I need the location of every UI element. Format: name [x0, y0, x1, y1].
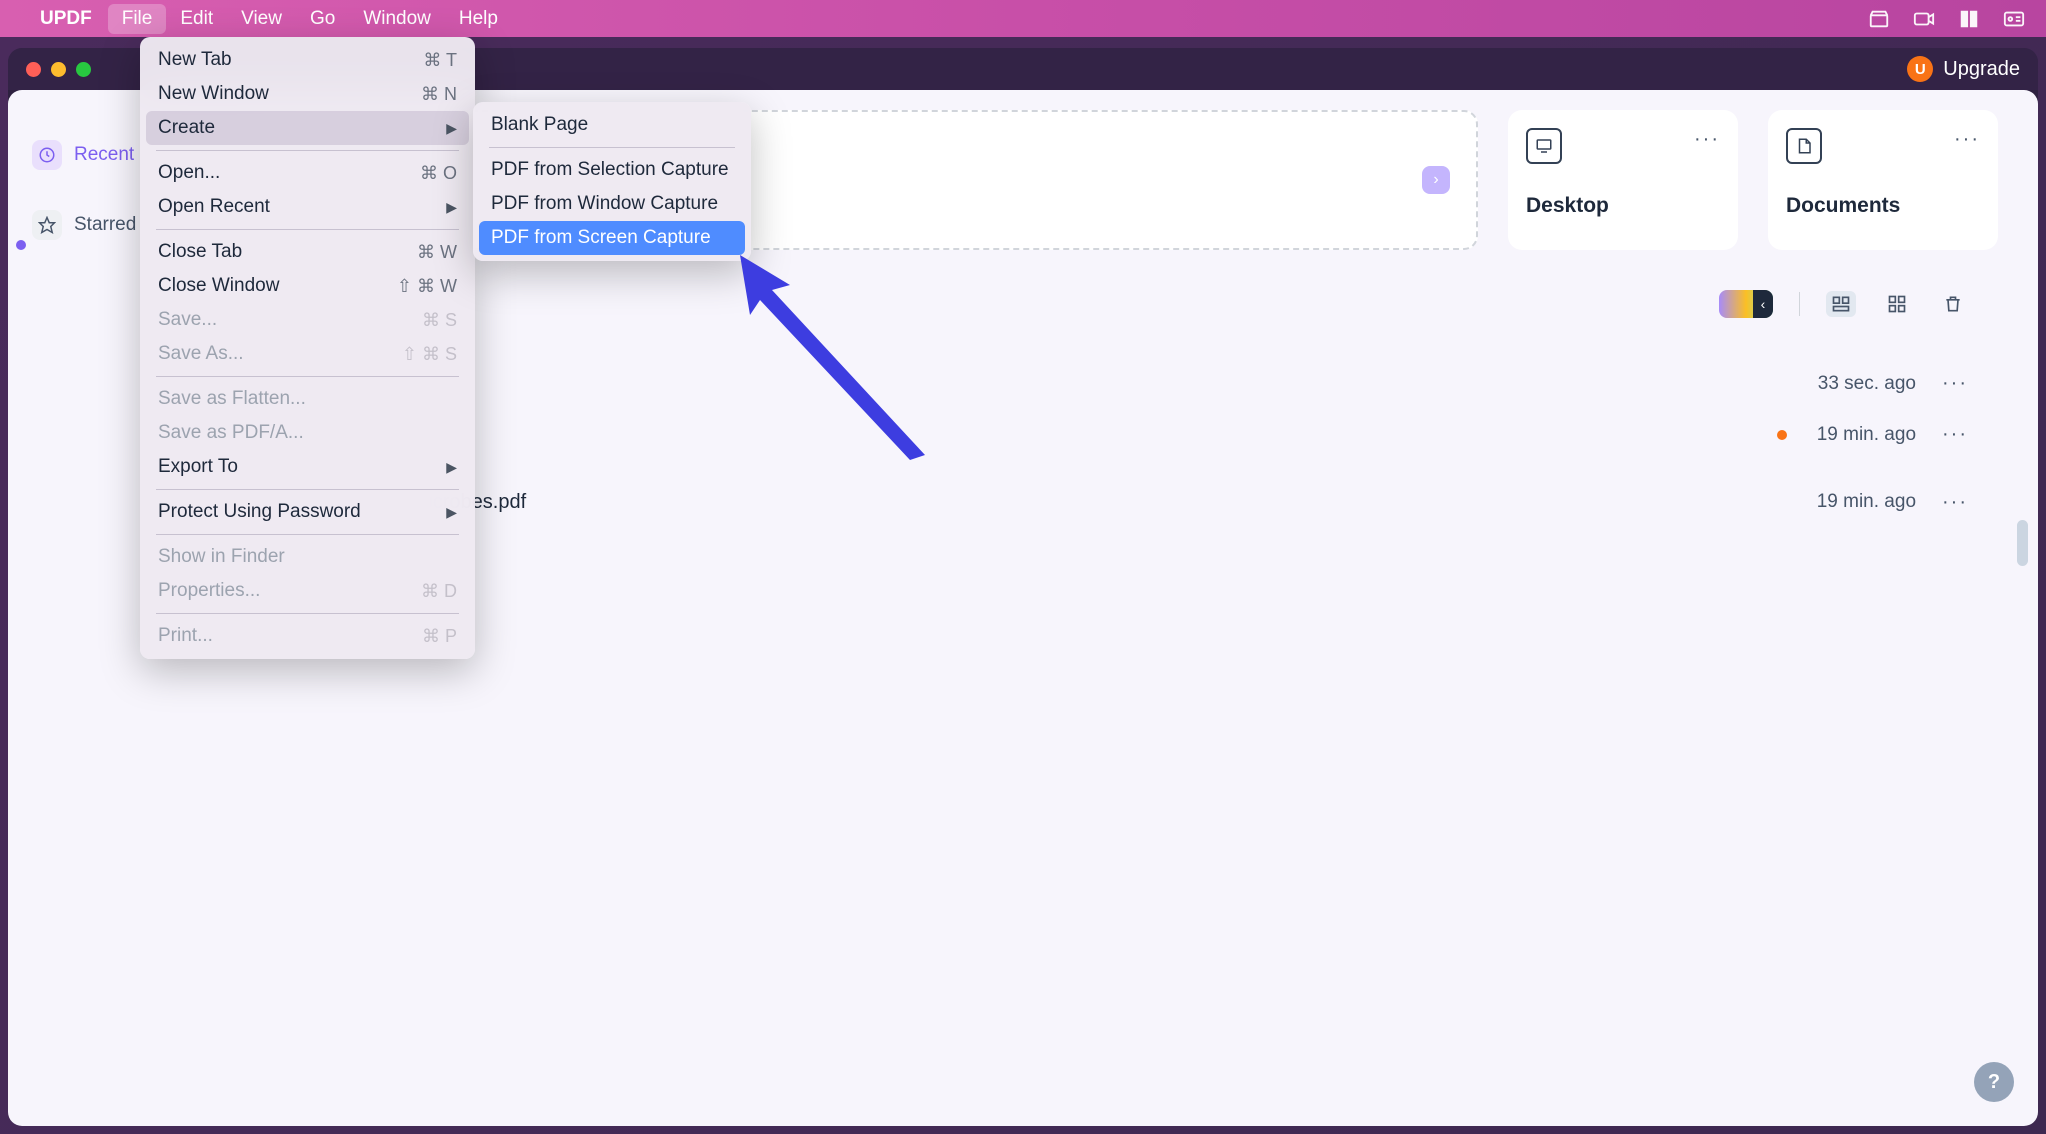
- upgrade-label: Upgrade: [1943, 58, 2020, 81]
- file-name: .pdf: [258, 423, 1751, 446]
- sidebar-active-indicator: [16, 240, 26, 250]
- grid-view-button[interactable]: [1882, 291, 1912, 317]
- folder-label: Desktop: [1526, 194, 1720, 218]
- file-more-icon[interactable]: ···: [1942, 491, 1968, 514]
- menubar-window[interactable]: Window: [349, 4, 445, 34]
- file-row[interactable]: World of Microbes.pdf 19 min. ago ···: [258, 460, 1998, 544]
- submenu-item-pdf-from-selection-capture[interactable]: PDF from Selection Capture: [479, 153, 745, 187]
- file-more-icon[interactable]: ···: [1942, 423, 1968, 446]
- menubar-edit[interactable]: Edit: [166, 4, 227, 34]
- menu-item-new-window[interactable]: New Window⌘ N: [146, 77, 469, 111]
- folder-card-documents[interactable]: ··· Documents: [1768, 110, 1998, 250]
- submenu-item-pdf-from-screen-capture[interactable]: PDF from Screen Capture: [479, 221, 745, 255]
- traffic-lights: [26, 62, 91, 77]
- upgrade-button[interactable]: U Upgrade: [1907, 56, 2020, 82]
- file-name: World of Microbes.pdf: [332, 491, 1791, 514]
- macos-menubar: UPDF File Edit View Go Window Help: [0, 0, 2046, 37]
- file-row[interactable]: .pdf 19 min. ago ···: [258, 409, 1998, 460]
- help-button[interactable]: ?: [1974, 1062, 2014, 1102]
- menubar-help[interactable]: Help: [445, 4, 512, 34]
- submenu-item-blank-page[interactable]: Blank Page: [479, 108, 745, 142]
- menu-item-export-to[interactable]: Export To▶: [146, 450, 469, 484]
- menu-item-save-as-: Save As...⇧ ⌘ S: [146, 337, 469, 371]
- menubar-file[interactable]: File: [108, 4, 167, 34]
- menu-item-save-as-flatten-: Save as Flatten...: [146, 382, 469, 416]
- file-time: 19 min. ago: [1817, 424, 1916, 446]
- file-more-icon[interactable]: ···: [1942, 372, 1968, 395]
- folder-card-desktop[interactable]: ··· Desktop: [1508, 110, 1738, 250]
- close-window-button[interactable]: [26, 62, 41, 77]
- menu-item-print-: Print...⌘ P: [146, 619, 469, 653]
- minimize-window-button[interactable]: [51, 62, 66, 77]
- menu-item-save-: Save...⌘ S: [146, 303, 469, 337]
- menubar-status-icons: [1868, 8, 2026, 30]
- card-more-icon[interactable]: ···: [1954, 128, 1980, 151]
- scrollbar-thumb[interactable]: [2017, 520, 2028, 566]
- store-icon[interactable]: [1868, 8, 1890, 30]
- delete-button[interactable]: [1938, 291, 1968, 317]
- menu-item-close-tab[interactable]: Close Tab⌘ W: [146, 235, 469, 269]
- menu-item-create[interactable]: Create▶: [146, 111, 469, 145]
- file-menu-dropdown: New Tab⌘ TNew Window⌘ NCreate▶ Open...⌘ O…: [140, 37, 475, 659]
- menu-item-save-as-pdf-a-: Save as PDF/A...: [146, 416, 469, 450]
- menu-item-show-in-finder: Show in Finder: [146, 540, 469, 574]
- file-time: 33 sec. ago: [1818, 373, 1916, 395]
- sidebar-item-label: Recent: [74, 144, 134, 166]
- menu-item-close-window[interactable]: Close Window⇧ ⌘ W: [146, 269, 469, 303]
- card-more-icon[interactable]: ···: [1694, 128, 1720, 151]
- menu-item-protect-using-password[interactable]: Protect Using Password▶: [146, 495, 469, 529]
- status-dot-icon: [1777, 430, 1787, 440]
- maximize-window-button[interactable]: [76, 62, 91, 77]
- toolbar-divider: [1799, 292, 1800, 316]
- menubar-view[interactable]: View: [227, 4, 296, 34]
- id-card-icon[interactable]: [2002, 8, 2026, 30]
- menu-item-open-recent[interactable]: Open Recent▶: [146, 190, 469, 224]
- list-toolbar: [258, 290, 1998, 318]
- folder-label: Documents: [1786, 194, 1980, 218]
- color-filter-button[interactable]: [1719, 290, 1773, 318]
- monitor-icon: [1526, 128, 1562, 164]
- file-name: (2).pdf: [258, 372, 1792, 395]
- star-icon: [32, 210, 62, 240]
- menubar-go[interactable]: Go: [296, 4, 349, 34]
- chevron-right-icon[interactable]: ›: [1422, 166, 1450, 194]
- clock-icon: [32, 140, 62, 170]
- file-time: 19 min. ago: [1817, 491, 1916, 513]
- camera-icon[interactable]: [1912, 8, 1936, 30]
- app-name[interactable]: UPDF: [40, 8, 92, 30]
- menu-item-new-tab[interactable]: New Tab⌘ T: [146, 43, 469, 77]
- create-submenu: Blank PagePDF from Selection CapturePDF …: [473, 102, 751, 261]
- submenu-item-pdf-from-window-capture[interactable]: PDF from Window Capture: [479, 187, 745, 221]
- file-row[interactable]: (2).pdf 33 sec. ago ···: [258, 358, 1998, 409]
- user-badge: U: [1907, 56, 1933, 82]
- document-icon: [1786, 128, 1822, 164]
- sidebar-item-label: Starred: [74, 214, 136, 236]
- menu-item-open-[interactable]: Open...⌘ O: [146, 156, 469, 190]
- layout-icon[interactable]: [1958, 8, 1980, 30]
- menu-item-properties-: Properties...⌘ D: [146, 574, 469, 608]
- list-view-button[interactable]: [1826, 291, 1856, 317]
